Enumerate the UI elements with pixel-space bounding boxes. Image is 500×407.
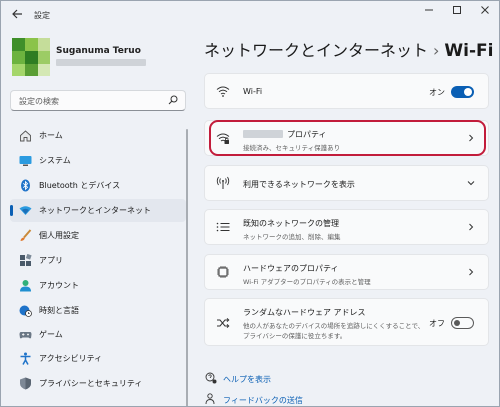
card-title: 利用できるネットワークを表示: [243, 180, 355, 189]
card-title: Wi-Fi: [243, 87, 263, 96]
gamepad-icon: [19, 328, 32, 341]
network-icon: [19, 204, 32, 217]
random-address-toggle[interactable]: [451, 317, 474, 329]
selection-indicator: [10, 205, 13, 216]
toggle-state-label: オフ: [429, 319, 445, 328]
breadcrumb: ネットワークとインターネット › Wi-Fi: [204, 37, 494, 61]
search-placeholder: 設定の検索: [19, 97, 59, 106]
sidebar-item-label: アクセシビリティ: [39, 354, 103, 363]
back-arrow-icon[interactable]: [9, 8, 25, 24]
sidebar-item-label: 個人用設定: [39, 231, 79, 240]
chevron-right-icon: [467, 268, 475, 276]
user-email-redacted: [56, 59, 146, 66]
highlight-outline: [209, 120, 486, 156]
card-subtitle: 他の人があなたのデバイスの場所を追跡しにくくすることで、: [243, 322, 425, 330]
chip-icon: [216, 265, 230, 279]
antenna-icon: [216, 176, 230, 190]
system-icon: [19, 154, 32, 167]
search-icon: [168, 95, 178, 105]
toggle-state-label: オン: [429, 88, 445, 97]
minimize-button[interactable]: [416, 3, 442, 23]
sidebar-item-accessibility[interactable]: アクセシビリティ: [10, 347, 186, 370]
sidebar-item-privacy[interactable]: プライバシーとセキュリティ: [10, 372, 186, 395]
globe-clock-icon: [19, 304, 32, 317]
accounts-icon: [19, 279, 32, 292]
sidebar-item-label: システム: [39, 156, 71, 165]
toggle-knob: [454, 320, 460, 326]
sidebar-item-label: 時刻と言語: [39, 306, 79, 315]
card-subtitle: Wi-Fi アダプターのプロパティの表示と管理: [243, 278, 371, 286]
help-link[interactable]: ヘルプを表示: [223, 374, 271, 385]
breadcrumb-parent[interactable]: ネットワークとインターネット: [204, 41, 428, 60]
card-title: ランダムなハードウェア アドレス: [243, 308, 366, 317]
maximize-button[interactable]: [444, 3, 470, 23]
card-subtitle: ネットワークの追加、削除、編集: [243, 233, 341, 241]
close-button[interactable]: [472, 3, 498, 23]
known-networks-card[interactable]: 既知のネットワークの管理 ネットワークの追加、削除、編集: [204, 209, 489, 245]
toggle-knob: [464, 88, 472, 96]
shield-icon: [19, 377, 32, 390]
sidebar-item-gaming[interactable]: ゲーム: [10, 323, 186, 346]
brush-icon: [19, 229, 32, 242]
home-icon: [19, 129, 32, 142]
sidebar-item-bluetooth[interactable]: Bluetooth とデバイス: [10, 174, 186, 197]
sidebar-item-accounts[interactable]: アカウント: [10, 274, 186, 297]
available-networks-card[interactable]: 利用できるネットワークを表示: [204, 165, 489, 201]
card-subtitle: プライバシーの保護に役立ちます。: [243, 332, 347, 340]
accessibility-icon: [19, 352, 32, 365]
bluetooth-icon: [19, 179, 32, 192]
sidebar-item-system[interactable]: システム: [10, 149, 186, 172]
sidebar-item-personalization[interactable]: 個人用設定: [10, 224, 186, 247]
sidebar-item-label: Bluetooth とデバイス: [39, 181, 121, 190]
hardware-properties-card[interactable]: ハードウェアのプロパティ Wi-Fi アダプターのプロパティの表示と管理: [204, 254, 489, 290]
chevron-down-icon: [467, 179, 475, 187]
feedback-icon: [205, 393, 217, 405]
feedback-link[interactable]: フィードバックの送信: [223, 395, 303, 406]
app-title: 設定: [34, 11, 50, 20]
page-title: Wi-Fi: [444, 41, 494, 61]
card-title: 既知のネットワークの管理: [243, 219, 339, 228]
sidebar-item-label: プライバシーとセキュリティ: [39, 379, 143, 388]
wifi-icon: [216, 84, 230, 98]
list-icon: [216, 220, 230, 234]
sidebar-item-home[interactable]: ホーム: [10, 124, 186, 147]
user-name: Suganuma Teruo: [56, 46, 141, 56]
apps-icon: [19, 253, 32, 267]
help-icon: [205, 372, 217, 384]
wifi-toggle[interactable]: [451, 86, 474, 98]
card-title: ハードウェアのプロパティ: [243, 264, 339, 273]
sidebar-item-label: ホーム: [39, 131, 63, 140]
settings-window: 設定 Suganuma Teruo 設定の検索 ホーム システム Bluetoo…: [0, 0, 500, 407]
wifi-toggle-card[interactable]: Wi-Fi オン: [204, 73, 489, 109]
sidebar-item-time-language[interactable]: 時刻と言語: [10, 299, 186, 322]
sidebar-item-label: アカウント: [39, 281, 79, 290]
breadcrumb-separator: ›: [433, 41, 440, 60]
sidebar-item-label: アプリ: [39, 256, 63, 265]
sidebar-item-label: ゲーム: [39, 330, 63, 339]
shuffle-icon: [216, 316, 230, 330]
sidebar-scrollbar[interactable]: [186, 129, 188, 406]
sidebar-item-label: ネットワークとインターネット: [39, 206, 151, 215]
title-bar: 設定: [1, 1, 499, 31]
sidebar-item-apps[interactable]: アプリ: [10, 249, 186, 272]
chevron-right-icon: [467, 223, 475, 231]
random-hardware-address-card: ランダムなハードウェア アドレス 他の人があなたのデバイスの場所を追跡しにくくす…: [204, 298, 489, 346]
avatar[interactable]: [12, 38, 50, 76]
sidebar-item-network[interactable]: ネットワークとインターネット: [10, 199, 186, 222]
search-input[interactable]: 設定の検索: [10, 90, 186, 111]
